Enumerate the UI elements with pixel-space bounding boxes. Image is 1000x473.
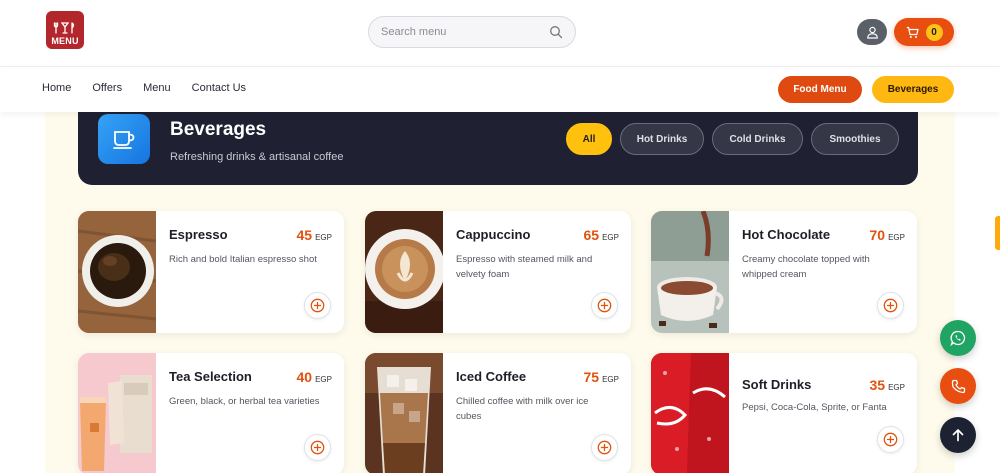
category-banner: Beverages Refreshing drinks & artisanal … xyxy=(78,112,918,185)
price-amount: 65 xyxy=(583,227,600,243)
product-price: 45 EGP xyxy=(297,227,332,243)
product-description: Chilled coffee with milk over ice cubes xyxy=(456,396,589,422)
cart-button[interactable]: 0 xyxy=(894,18,954,46)
product-price: 65 EGP xyxy=(584,227,619,243)
plus-circle-icon xyxy=(883,432,898,447)
nav-link-offers[interactable]: Offers xyxy=(92,82,122,94)
filter-all[interactable]: All xyxy=(566,123,612,155)
scroll-to-top-button[interactable] xyxy=(940,417,976,453)
hot-chocolate-image xyxy=(651,211,729,333)
logo[interactable]: MENU xyxy=(46,11,84,49)
product-name: Cappuccino xyxy=(456,227,531,242)
filter-hot-drinks[interactable]: Hot Drinks xyxy=(620,123,704,155)
product-description: Pepsi, Coca-Cola, Sprite, or Fanta xyxy=(742,402,887,413)
whatsapp-icon xyxy=(950,330,966,346)
scroll-indicator xyxy=(995,216,1000,250)
cart-count-badge: 0 xyxy=(925,23,943,41)
product-description: Espresso with steamed milk and velvety f… xyxy=(456,254,593,280)
add-to-cart-button[interactable] xyxy=(877,426,904,453)
product-name: Hot Chocolate xyxy=(742,227,831,242)
product-price: 70 EGP xyxy=(870,227,905,243)
price-currency: EGP xyxy=(602,233,619,242)
product-card-iced-coffee[interactable]: Iced Coffee 75 EGP Chilled coffee with m… xyxy=(365,353,631,473)
price-amount: 70 xyxy=(869,227,886,243)
call-button[interactable] xyxy=(940,368,976,404)
search-bar xyxy=(368,16,576,48)
product-price: 35 EGP xyxy=(870,377,905,393)
restaurant-icon xyxy=(53,22,77,36)
price-currency: EGP xyxy=(315,233,332,242)
search-input[interactable] xyxy=(381,26,549,38)
product-card-soft-drinks[interactable]: Soft Drinks 35 EGP Pepsi, Coca-Cola, Spr… xyxy=(651,353,917,473)
product-card-tea-selection[interactable]: Tea Selection 40 EGP Green, black, or he… xyxy=(78,353,344,473)
product-name: Soft Drinks xyxy=(742,377,812,392)
product-card-hot-chocolate[interactable]: Hot Chocolate 70 EGP Creamy chocolate to… xyxy=(651,211,917,333)
soft-drinks-image xyxy=(651,353,729,473)
nav-link-menu[interactable]: Menu xyxy=(143,82,171,94)
plus-circle-icon xyxy=(310,298,325,313)
plus-circle-icon xyxy=(883,298,898,313)
add-to-cart-button[interactable] xyxy=(591,434,618,461)
price-amount: 75 xyxy=(583,369,600,385)
tea-selection-image xyxy=(78,353,156,473)
iced-coffee-image xyxy=(365,353,443,473)
nav-link-contact[interactable]: Contact Us xyxy=(192,82,246,94)
account-button[interactable] xyxy=(857,19,887,45)
logo-text: MENU xyxy=(51,36,79,46)
nav-links: Home Offers Menu Contact Us xyxy=(42,82,246,94)
filter-smoothies[interactable]: Smoothies xyxy=(811,123,899,155)
price-currency: EGP xyxy=(315,375,332,384)
main-nav: Home Offers Menu Contact Us Food Menu Be… xyxy=(0,66,1000,112)
product-price: 40 EGP xyxy=(297,369,332,385)
filter-tabs: All Hot Drinks Cold Drinks Smoothies xyxy=(566,123,899,155)
cappuccino-image xyxy=(365,211,443,333)
header: MENU 0 xyxy=(0,0,1000,66)
beverages-button[interactable]: Beverages xyxy=(872,76,954,103)
product-description: Rich and bold Italian espresso shot xyxy=(169,254,317,265)
search-icon[interactable] xyxy=(549,25,563,39)
price-amount: 35 xyxy=(869,377,886,393)
product-price: 75 EGP xyxy=(584,369,619,385)
price-currency: EGP xyxy=(888,233,905,242)
price-amount: 40 xyxy=(296,369,313,385)
phone-icon xyxy=(951,379,965,393)
product-card-cappuccino[interactable]: Cappuccino 65 EGP Espresso with steamed … xyxy=(365,211,631,333)
price-currency: EGP xyxy=(602,375,619,384)
add-to-cart-button[interactable] xyxy=(304,434,331,461)
arrow-up-icon xyxy=(952,429,964,442)
user-icon xyxy=(866,26,878,39)
product-name: Iced Coffee xyxy=(456,369,527,384)
plus-circle-icon xyxy=(310,440,325,455)
coffee-cup-icon xyxy=(98,114,150,164)
add-to-cart-button[interactable] xyxy=(591,292,618,319)
food-menu-button[interactable]: Food Menu xyxy=(778,76,862,103)
plus-circle-icon xyxy=(597,440,612,455)
product-description: Green, black, or herbal tea varieties xyxy=(169,396,320,407)
category-subtitle: Refreshing drinks & artisanal coffee xyxy=(170,151,344,163)
plus-circle-icon xyxy=(597,298,612,313)
whatsapp-button[interactable] xyxy=(940,320,976,356)
price-amount: 45 xyxy=(296,227,313,243)
category-title: Beverages xyxy=(170,119,267,140)
price-currency: EGP xyxy=(888,383,905,392)
product-name: Tea Selection xyxy=(169,369,252,384)
cart-icon xyxy=(906,26,919,38)
product-name: Espresso xyxy=(169,227,228,242)
product-card-espresso[interactable]: Espresso 45 EGP Rich and bold Italian es… xyxy=(78,211,344,333)
product-description: Creamy chocolate topped with whipped cre… xyxy=(742,254,870,280)
nav-link-home[interactable]: Home xyxy=(42,82,71,94)
espresso-image xyxy=(78,211,156,333)
filter-cold-drinks[interactable]: Cold Drinks xyxy=(712,123,803,155)
add-to-cart-button[interactable] xyxy=(877,292,904,319)
add-to-cart-button[interactable] xyxy=(304,292,331,319)
